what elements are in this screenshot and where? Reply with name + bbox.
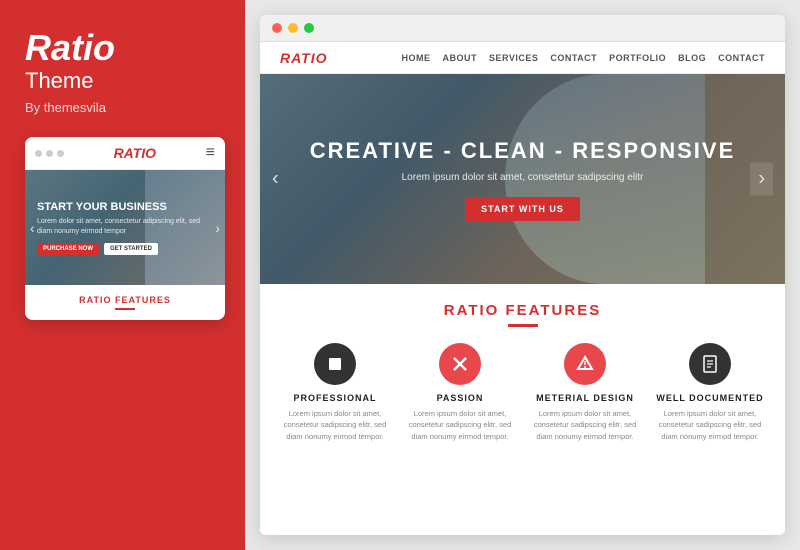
- site-hero-subtitle: Lorem ipsum dolor sit amet, consetetur s…: [402, 172, 644, 183]
- documented-icon: [689, 343, 731, 385]
- feature-passion-text: Lorem ipsum dolor sit amet, consetetur s…: [405, 408, 515, 442]
- browser-mockup: RATIO HOME ABOUT SERVICES CONTACT PORTFO…: [260, 15, 785, 535]
- browser-dot-green: [304, 23, 314, 33]
- feature-documented-text: Lorem ipsum dolor sit amet, consetetur s…: [655, 408, 765, 442]
- feature-professional-text: Lorem ipsum dolor sit amet, consetetur s…: [280, 408, 390, 442]
- mobile-top-bar: RATIO ≡: [25, 137, 225, 170]
- logo-section: Ratio Theme By themesvila: [25, 30, 115, 115]
- nav-link-contact2[interactable]: CONTACT: [718, 53, 765, 63]
- feature-professional-title: PROFESSIONAL: [293, 393, 376, 403]
- site-features: RATIO FEATURES PROFESSIONAL Lorem ipsum …: [260, 284, 785, 535]
- site-hero-title: CREATIVE - CLEAN - RESPONSIVE: [310, 138, 736, 164]
- mobile-get-started-button[interactable]: GET STARTED: [104, 243, 158, 255]
- material-icon: [564, 343, 606, 385]
- feature-documented-title: WELL DOCUMENTED: [656, 393, 763, 403]
- site-nav: RATIO HOME ABOUT SERVICES CONTACT PORTFO…: [260, 42, 785, 74]
- feature-material-text: Lorem ipsum dolor sit amet, consetetur s…: [530, 408, 640, 442]
- site-hero: ‹ › CREATIVE - CLEAN - RESPONSIVE Lorem …: [260, 74, 785, 284]
- mobile-hero: ‹ › START YOUR BUSINESS Lorem dolor sit …: [25, 170, 225, 285]
- feature-material-title: METERIAL DESIGN: [536, 393, 634, 403]
- logo-by: By themesvila: [25, 100, 115, 115]
- feature-passion: PASSION Lorem ipsum dolor sit amet, cons…: [405, 343, 515, 442]
- passion-icon: [439, 343, 481, 385]
- feature-documented: WELL DOCUMENTED Lorem ipsum dolor sit am…: [655, 343, 765, 442]
- mobile-features-title: RATIO FEATURES: [35, 295, 215, 305]
- professional-icon: [314, 343, 356, 385]
- nav-link-about[interactable]: ABOUT: [442, 53, 477, 63]
- mobile-arrow-right-icon[interactable]: ›: [215, 220, 220, 236]
- browser-content: RATIO HOME ABOUT SERVICES CONTACT PORTFO…: [260, 42, 785, 535]
- right-panel: RATIO HOME ABOUT SERVICES CONTACT PORTFO…: [245, 0, 800, 550]
- nav-link-blog[interactable]: BLOG: [678, 53, 706, 63]
- features-label-black: RATIO: [444, 302, 500, 319]
- nav-link-services[interactable]: SERVICES: [489, 53, 538, 63]
- mobile-hero-buttons: PURCHASE NOW GET STARTED: [37, 243, 213, 255]
- hamburger-icon[interactable]: ≡: [206, 144, 215, 162]
- feature-material: METERIAL DESIGN Lorem ipsum dolor sit am…: [530, 343, 640, 442]
- features-grid: PROFESSIONAL Lorem ipsum dolor sit amet,…: [280, 343, 765, 442]
- hero-arrow-right-icon[interactable]: ›: [750, 163, 773, 196]
- mobile-hero-text: Lorem dolor sit amet, consectetur adipis…: [37, 217, 213, 237]
- nav-link-home[interactable]: HOME: [401, 53, 430, 63]
- mobile-purchase-button[interactable]: PURCHASE NOW: [37, 243, 99, 255]
- browser-dot-red: [272, 23, 282, 33]
- browser-top-bar: [260, 15, 785, 42]
- mobile-features-underline: [115, 308, 135, 310]
- mobile-traffic-lights: [35, 150, 64, 157]
- mobile-dot-3: [57, 150, 64, 157]
- feature-professional: PROFESSIONAL Lorem ipsum dolor sit amet,…: [280, 343, 390, 442]
- nav-link-portfolio[interactable]: PORTFOLIO: [609, 53, 666, 63]
- logo-title: Ratio: [25, 30, 115, 66]
- mobile-logo: RATIO: [114, 145, 157, 161]
- mobile-features-label-black: RATIO: [79, 295, 111, 305]
- mobile-dot-1: [35, 150, 42, 157]
- features-title: RATIO FEATURES: [280, 302, 765, 319]
- site-nav-links: HOME ABOUT SERVICES CONTACT PORTFOLIO BL…: [401, 53, 765, 63]
- features-label-red: FEATURES: [506, 302, 602, 319]
- mobile-features: RATIO FEATURES: [25, 285, 225, 320]
- hero-start-button[interactable]: START WITH US: [465, 197, 580, 221]
- site-nav-logo: RATIO: [280, 50, 328, 66]
- feature-passion-title: PASSION: [437, 393, 484, 403]
- mobile-features-label-red: FEATURES: [115, 295, 171, 305]
- mobile-arrow-left-icon[interactable]: ‹: [30, 220, 35, 236]
- mobile-mockup: RATIO ≡ ‹ › START YOUR BUSINESS Lorem do…: [25, 137, 225, 320]
- browser-dot-yellow: [288, 23, 298, 33]
- mobile-hero-title: START YOUR BUSINESS: [37, 200, 213, 214]
- left-panel: Ratio Theme By themesvila RATIO ≡ ‹ › ST…: [0, 0, 245, 550]
- hero-arrow-left-icon[interactable]: ‹: [272, 168, 279, 191]
- features-underline: [508, 324, 538, 327]
- mobile-dot-2: [46, 150, 53, 157]
- logo-subtitle: Theme: [25, 68, 115, 94]
- nav-link-contact[interactable]: CONTACT: [550, 53, 597, 63]
